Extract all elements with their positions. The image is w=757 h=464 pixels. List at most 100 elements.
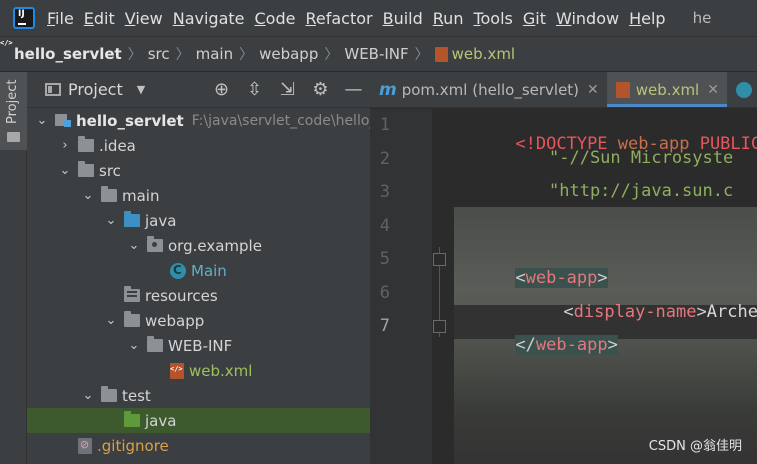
chevron-down-icon[interactable]: ⌄ <box>79 388 97 403</box>
tree-item-idea[interactable]: › .idea <box>27 133 370 158</box>
gitignore-file-icon <box>78 437 92 454</box>
menu-tools[interactable]: Tools <box>473 9 512 28</box>
line-number: 2 <box>379 149 390 169</box>
tree-item-web-inf[interactable]: ⌄ WEB-INF <box>27 333 370 358</box>
tab-label: web.xml <box>635 80 700 99</box>
fold-toggle-icon[interactable] <box>433 253 446 266</box>
tree-item-hello-servlet[interactable]: ⌄ hello_servlet F:\java\servlet_code\hel… <box>27 108 370 133</box>
tree-item-webapp[interactable]: ⌄ webapp <box>27 308 370 333</box>
project-tree: ⌄ hello_servlet F:\java\servlet_code\hel… <box>27 108 370 458</box>
tree-item-label: org.example <box>168 236 262 255</box>
code-line-2: "-//Sun Microsyste <box>549 148 734 168</box>
tab-web-xml[interactable]: web.xml ✕ <box>606 72 728 107</box>
tree-item-label: java <box>145 211 177 230</box>
breadcrumb-webapp[interactable]: webapp <box>259 45 318 63</box>
folder-icon <box>7 132 20 142</box>
project-tool-label: Project <box>5 79 20 124</box>
locate-icon[interactable]: ⊕ <box>205 79 238 100</box>
code-area[interactable]: <!DOCTYPE web-app PUBLIC "-//Sun Microsy… <box>454 109 757 464</box>
tree-item-label: Main <box>191 261 227 280</box>
breadcrumb-project[interactable]: hello_servlet <box>14 45 122 63</box>
java-class-icon <box>170 262 186 279</box>
line-number: 4 <box>379 216 390 236</box>
project-view-icon <box>45 83 61 96</box>
collapse-all-icon[interactable]: ⇲ <box>271 79 304 100</box>
chevron-right-icon[interactable]: › <box>56 138 74 153</box>
chevron-down-icon[interactable]: ⌄ <box>125 238 143 253</box>
line-number: 6 <box>379 283 390 303</box>
folder-icon <box>78 161 94 177</box>
breadcrumb-main[interactable]: main <box>196 45 233 63</box>
tree-item-label: .gitignore <box>97 436 169 455</box>
folder-icon <box>147 336 163 352</box>
source-folder-icon <box>124 211 140 227</box>
menu-bar: File Edit View Navigate Code Refactor Bu… <box>0 0 757 36</box>
resources-folder-icon <box>124 286 140 302</box>
line-number: 3 <box>379 182 390 202</box>
chevron-down-icon[interactable]: ⌄ <box>56 163 74 178</box>
settings-gear-icon[interactable]: ⚙ <box>304 79 337 100</box>
menu-build[interactable]: Build <box>383 9 423 28</box>
menu-edit[interactable]: Edit <box>84 9 115 28</box>
chevron-down-icon[interactable]: ⌄ <box>79 188 97 203</box>
menu-file[interactable]: File <box>47 9 74 28</box>
menu-window[interactable]: Window <box>556 9 619 28</box>
tree-item-test[interactable]: ⌄ test <box>27 383 370 408</box>
tree-item-label: web.xml <box>189 361 253 380</box>
code-line-7: </web-app> <box>515 335 618 355</box>
close-icon[interactable]: ✕ <box>707 82 719 98</box>
watermark-text: CSDN @翁佳明 <box>648 439 742 454</box>
tree-item-java-main[interactable]: ⌄ java <box>27 208 370 233</box>
maven-icon: m <box>379 79 397 100</box>
breadcrumb-src[interactable]: src <box>148 45 170 63</box>
window-title: he <box>692 9 712 27</box>
tree-item-src[interactable]: ⌄ src <box>27 158 370 183</box>
tree-item-gitignore[interactable]: .gitignore <box>27 433 370 458</box>
chevron-down-icon[interactable]: ▼ <box>137 83 145 96</box>
chevron-down-icon[interactable]: ⌄ <box>102 313 120 328</box>
java-class-icon <box>735 81 752 98</box>
tree-item-label: hello_servlet <box>76 111 184 130</box>
line-number-gutter: 1 2 3 4 5 6 7 <box>370 109 432 464</box>
tool-window-strip: Project <box>0 72 27 464</box>
tree-item-label: resources <box>145 286 218 305</box>
tree-item-java-test[interactable]: java <box>27 408 370 433</box>
tree-item-label: main <box>122 186 160 205</box>
hide-panel-icon[interactable]: — <box>337 79 370 100</box>
chevron-right-icon: 〉 <box>175 47 190 63</box>
tree-item-resources[interactable]: resources <box>27 283 370 308</box>
tab-pom-xml[interactable]: m pom.xml (hello_servlet) ✕ <box>370 72 607 107</box>
project-tool-tab[interactable]: Project <box>0 72 27 150</box>
folder-icon <box>78 136 94 152</box>
folder-icon <box>101 386 117 402</box>
tree-item-org-example[interactable]: ⌄ org.example <box>27 233 370 258</box>
menu-help[interactable]: Help <box>629 9 665 28</box>
menu-view[interactable]: View <box>125 9 163 28</box>
chevron-right-icon: 〉 <box>239 47 254 63</box>
module-folder-icon <box>55 114 71 127</box>
tree-item-main-class[interactable]: Main <box>27 258 370 283</box>
fold-toggle-icon[interactable] <box>433 320 446 333</box>
chevron-down-icon[interactable]: ⌄ <box>125 338 143 353</box>
folder-icon <box>124 311 140 327</box>
project-panel-title[interactable]: Project <box>68 80 123 99</box>
chevron-down-icon[interactable]: ⌄ <box>102 213 120 228</box>
menu-run[interactable]: Run <box>433 9 464 28</box>
menu-code[interactable]: Code <box>255 9 296 28</box>
tab-main-java[interactable] <box>727 72 757 107</box>
chevron-down-icon[interactable]: ⌄ <box>33 113 51 128</box>
tree-item-main[interactable]: ⌄ main <box>27 183 370 208</box>
expand-all-icon[interactable]: ⇳ <box>238 79 271 100</box>
menu-git[interactable]: Git <box>523 9 546 28</box>
menu-navigate[interactable]: Navigate <box>173 9 245 28</box>
tree-item-web-xml[interactable]: web.xml <box>27 358 370 383</box>
tree-item-label: WEB-INF <box>168 336 233 355</box>
breadcrumb-web-inf[interactable]: WEB-INF <box>344 45 408 63</box>
menu-refactor[interactable]: Refactor <box>305 9 372 28</box>
project-panel: Project ▼ ⊕ ⇳ ⇲ ⚙ — ⌄ hello_servlet F:\j… <box>27 72 370 464</box>
chevron-right-icon: 〉 <box>127 47 142 63</box>
tree-item-label: java <box>145 411 177 430</box>
breadcrumb-web-xml[interactable]: web.xml <box>452 45 515 63</box>
breadcrumb: hello_servlet 〉 src 〉 main 〉 webapp 〉 WE… <box>0 36 757 72</box>
close-icon[interactable]: ✕ <box>587 82 599 98</box>
